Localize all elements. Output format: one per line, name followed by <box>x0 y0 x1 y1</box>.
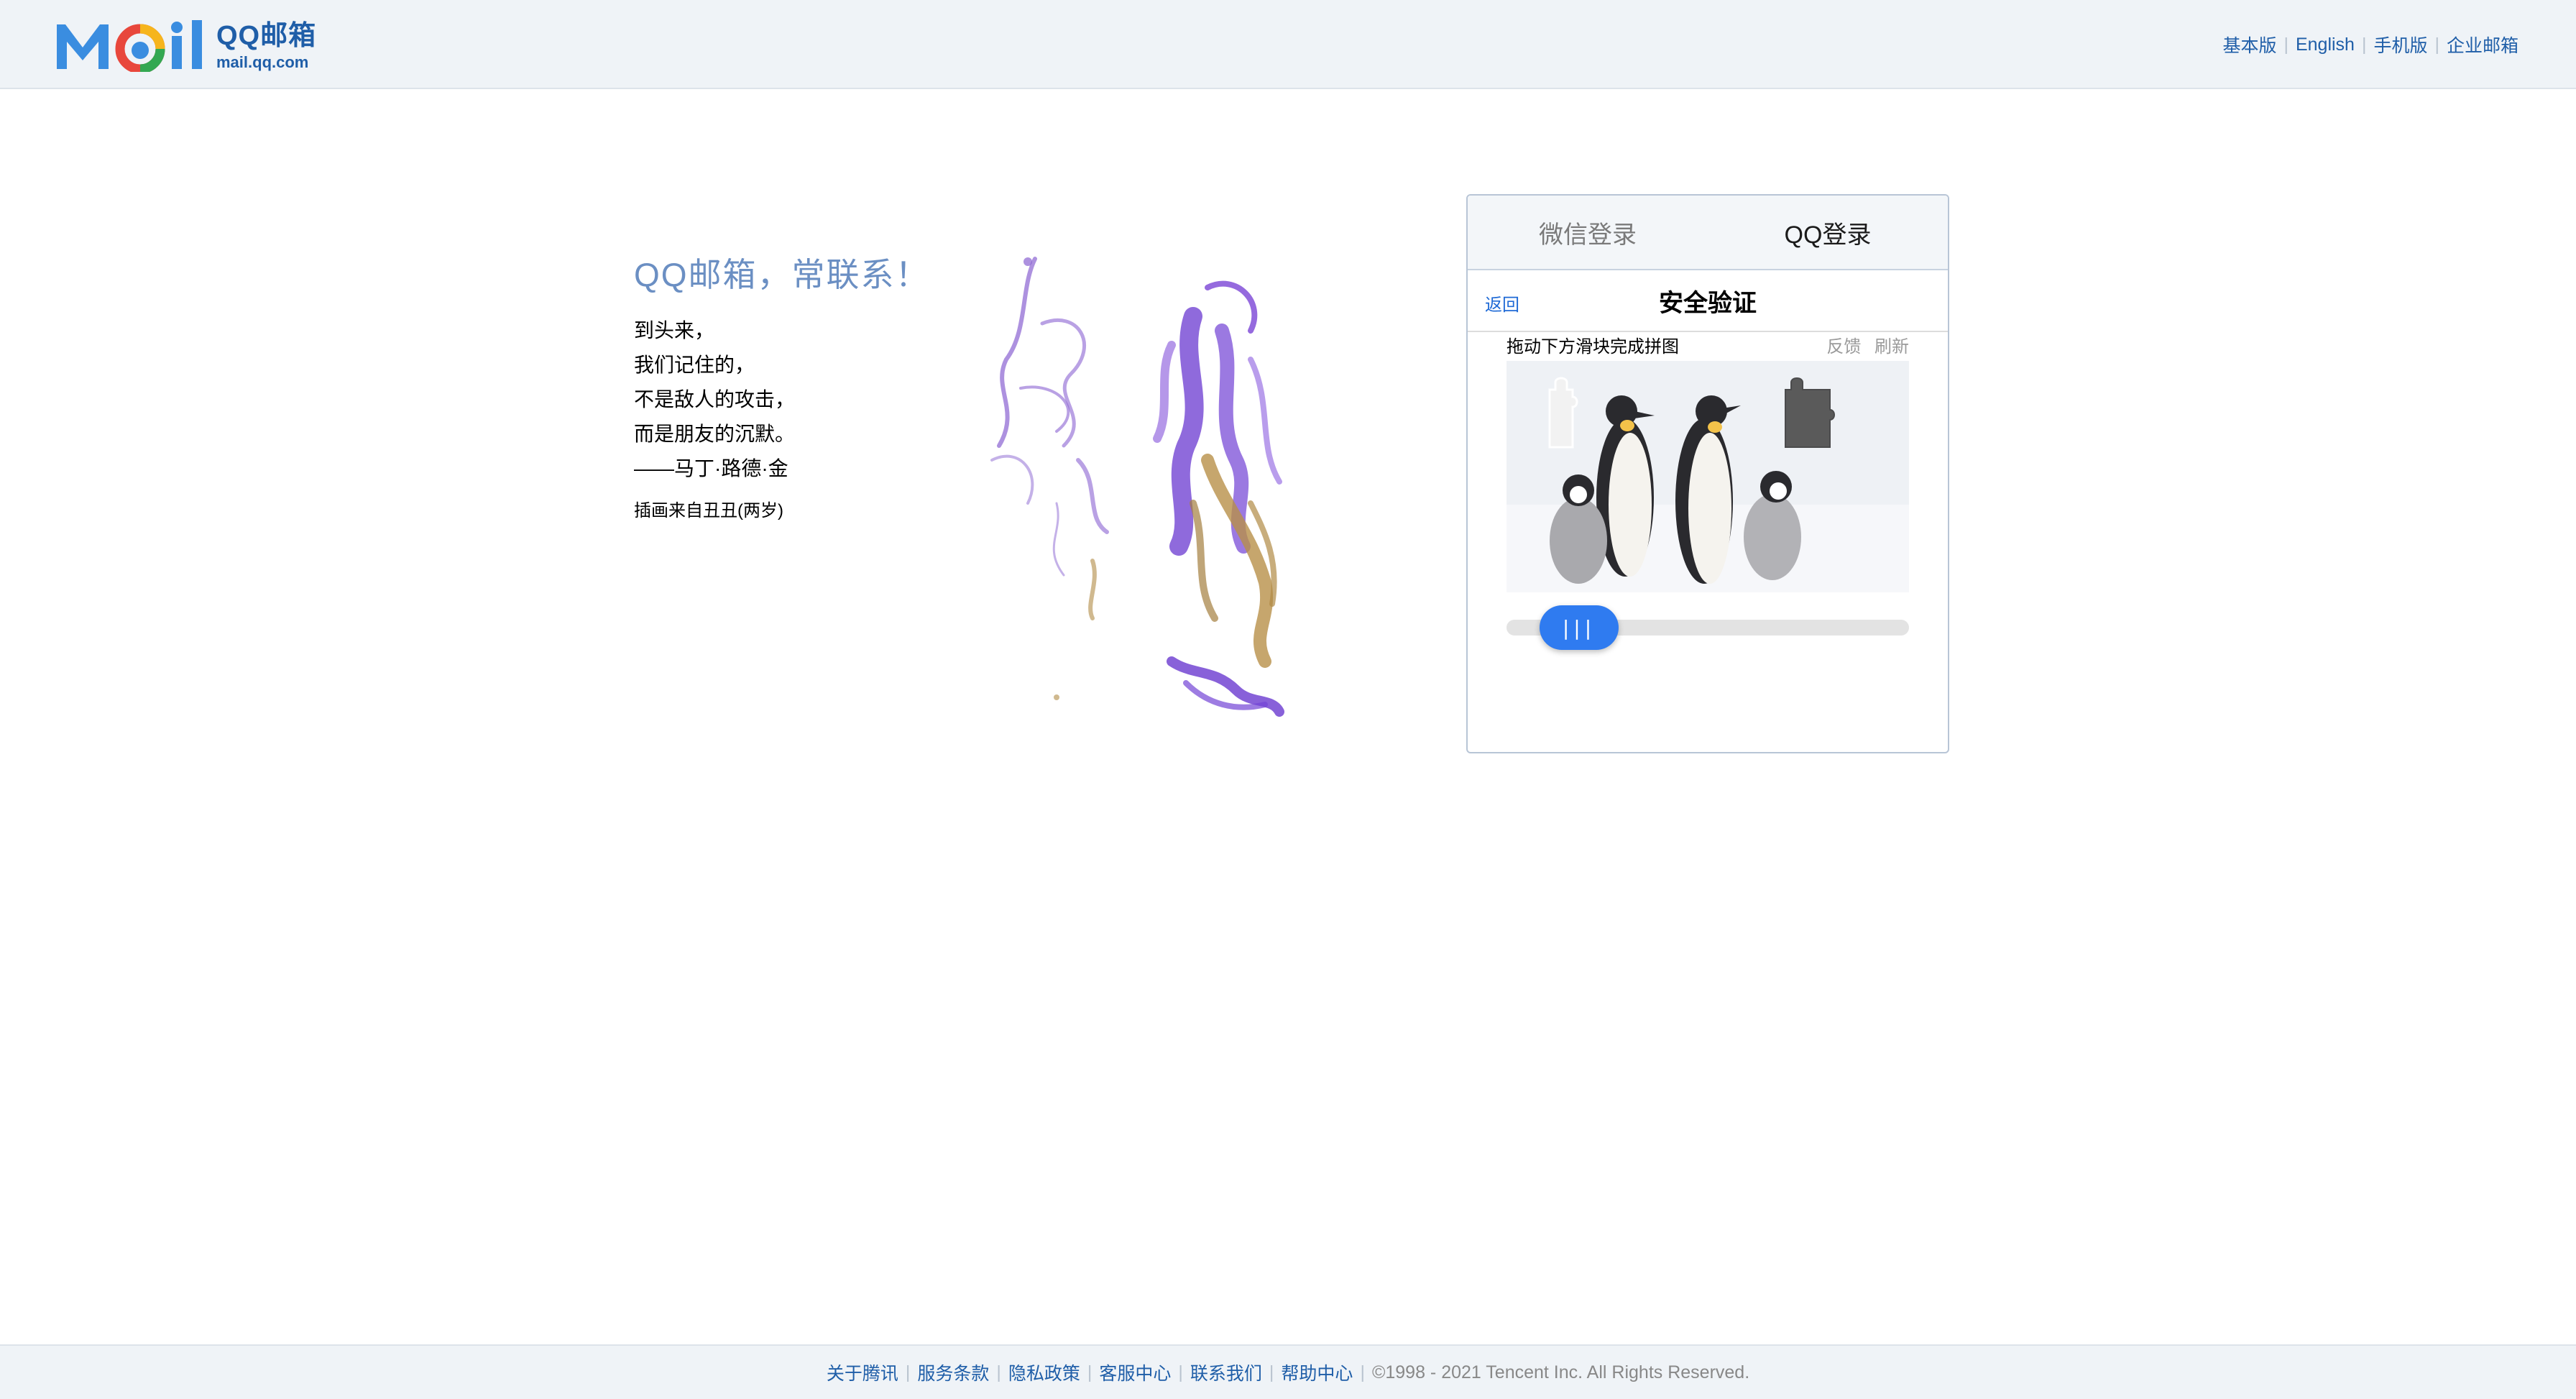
qq-mail-logo[interactable]: QQ邮箱 mail.qq.com <box>55 19 328 74</box>
logo-text: QQ邮箱 mail.qq.com <box>216 19 316 72</box>
poem-line: 而是朋友的沉默。 <box>634 423 796 445</box>
captcha-instruction: 拖动下方滑块完成拼图 <box>1506 336 1679 357</box>
slogan: QQ邮箱，常联系！ <box>634 256 930 293</box>
poem-line: 我们记住的， <box>634 354 755 376</box>
footer: 关于腾讯 | 服务条款 | 隐私政策 | 客服中心 | 联系我们 | 帮助中心 … <box>0 1344 2576 1399</box>
divider: | <box>996 1362 1001 1382</box>
footer-link-help[interactable]: 帮助中心 <box>1281 1359 1353 1385</box>
footer-link-privacy[interactable]: 隐私政策 <box>1008 1359 1080 1385</box>
divider: | <box>905 1362 911 1382</box>
refresh-link[interactable]: 刷新 <box>1874 337 1909 357</box>
divider: | <box>1269 1362 1274 1382</box>
link-mobile-version[interactable]: 手机版 <box>2373 32 2427 58</box>
login-tabs: 微信登录 QQ登录 <box>1468 196 1948 270</box>
footer-link-support[interactable]: 客服中心 <box>1099 1359 1171 1385</box>
top-nav: 基本版 | English | 手机版 | 企业邮箱 <box>2222 32 2518 58</box>
captcha-actions: 反馈 刷新 <box>1818 332 1909 357</box>
back-link[interactable]: 返回 <box>1485 290 1519 316</box>
divider: | <box>2434 34 2439 55</box>
header: QQ邮箱 mail.qq.com 基本版 | English | 手机版 | 企… <box>0 0 2576 89</box>
tab-qq-login[interactable]: QQ登录 <box>1708 196 1948 269</box>
poem-line: 不是敌人的攻击， <box>634 388 796 410</box>
poem-line: ——马丁·路德·金 <box>634 457 788 480</box>
link-basic-version[interactable]: 基本版 <box>2222 32 2276 58</box>
link-enterprise-mail[interactable]: 企业邮箱 <box>2447 32 2518 58</box>
link-english[interactable]: English <box>2296 35 2355 55</box>
captcha-header: 拖动下方滑块完成拼图 反馈 刷新 <box>1506 332 1909 357</box>
footer-link-about[interactable]: 关于腾讯 <box>827 1359 898 1385</box>
mail-logo-icon <box>57 20 202 74</box>
slider-handle[interactable]: ||| <box>1540 605 1619 650</box>
copyright: ©1998 - 2021 Tencent Inc. All Rights Res… <box>1371 1362 1750 1382</box>
tab-wechat-login[interactable]: 微信登录 <box>1468 196 1708 269</box>
verify-title: 安全验证 <box>1659 289 1757 317</box>
poem-line: 到头来， <box>634 319 715 341</box>
footer-link-contact[interactable]: 联系我们 <box>1190 1359 1262 1385</box>
captcha-puzzle-image <box>1506 361 1909 592</box>
divider: | <box>1178 1362 1183 1382</box>
divider: | <box>1360 1362 1365 1382</box>
footer-link-terms[interactable]: 服务条款 <box>917 1359 989 1385</box>
login-panel: 微信登录 QQ登录 返回 安全验证 拖动下方滑块完成拼图 反馈 刷新 ||| <box>1466 194 1949 753</box>
child-painting-illustration <box>990 257 1284 717</box>
feedback-link[interactable]: 反馈 <box>1826 337 1861 357</box>
divider: | <box>2283 34 2288 55</box>
logo-title: QQ邮箱 <box>216 21 317 51</box>
divider: | <box>1087 1362 1092 1382</box>
verify-header: 返回 安全验证 <box>1468 270 1948 332</box>
logo-domain: mail.qq.com <box>216 53 309 71</box>
poem: 到头来， 我们记住的， 不是敌人的攻击， 而是朋友的沉默。 ——马丁·路德·金 <box>634 313 795 486</box>
divider: | <box>2361 34 2367 55</box>
illustration-credit: 插画来自丑丑(两岁) <box>634 501 783 520</box>
